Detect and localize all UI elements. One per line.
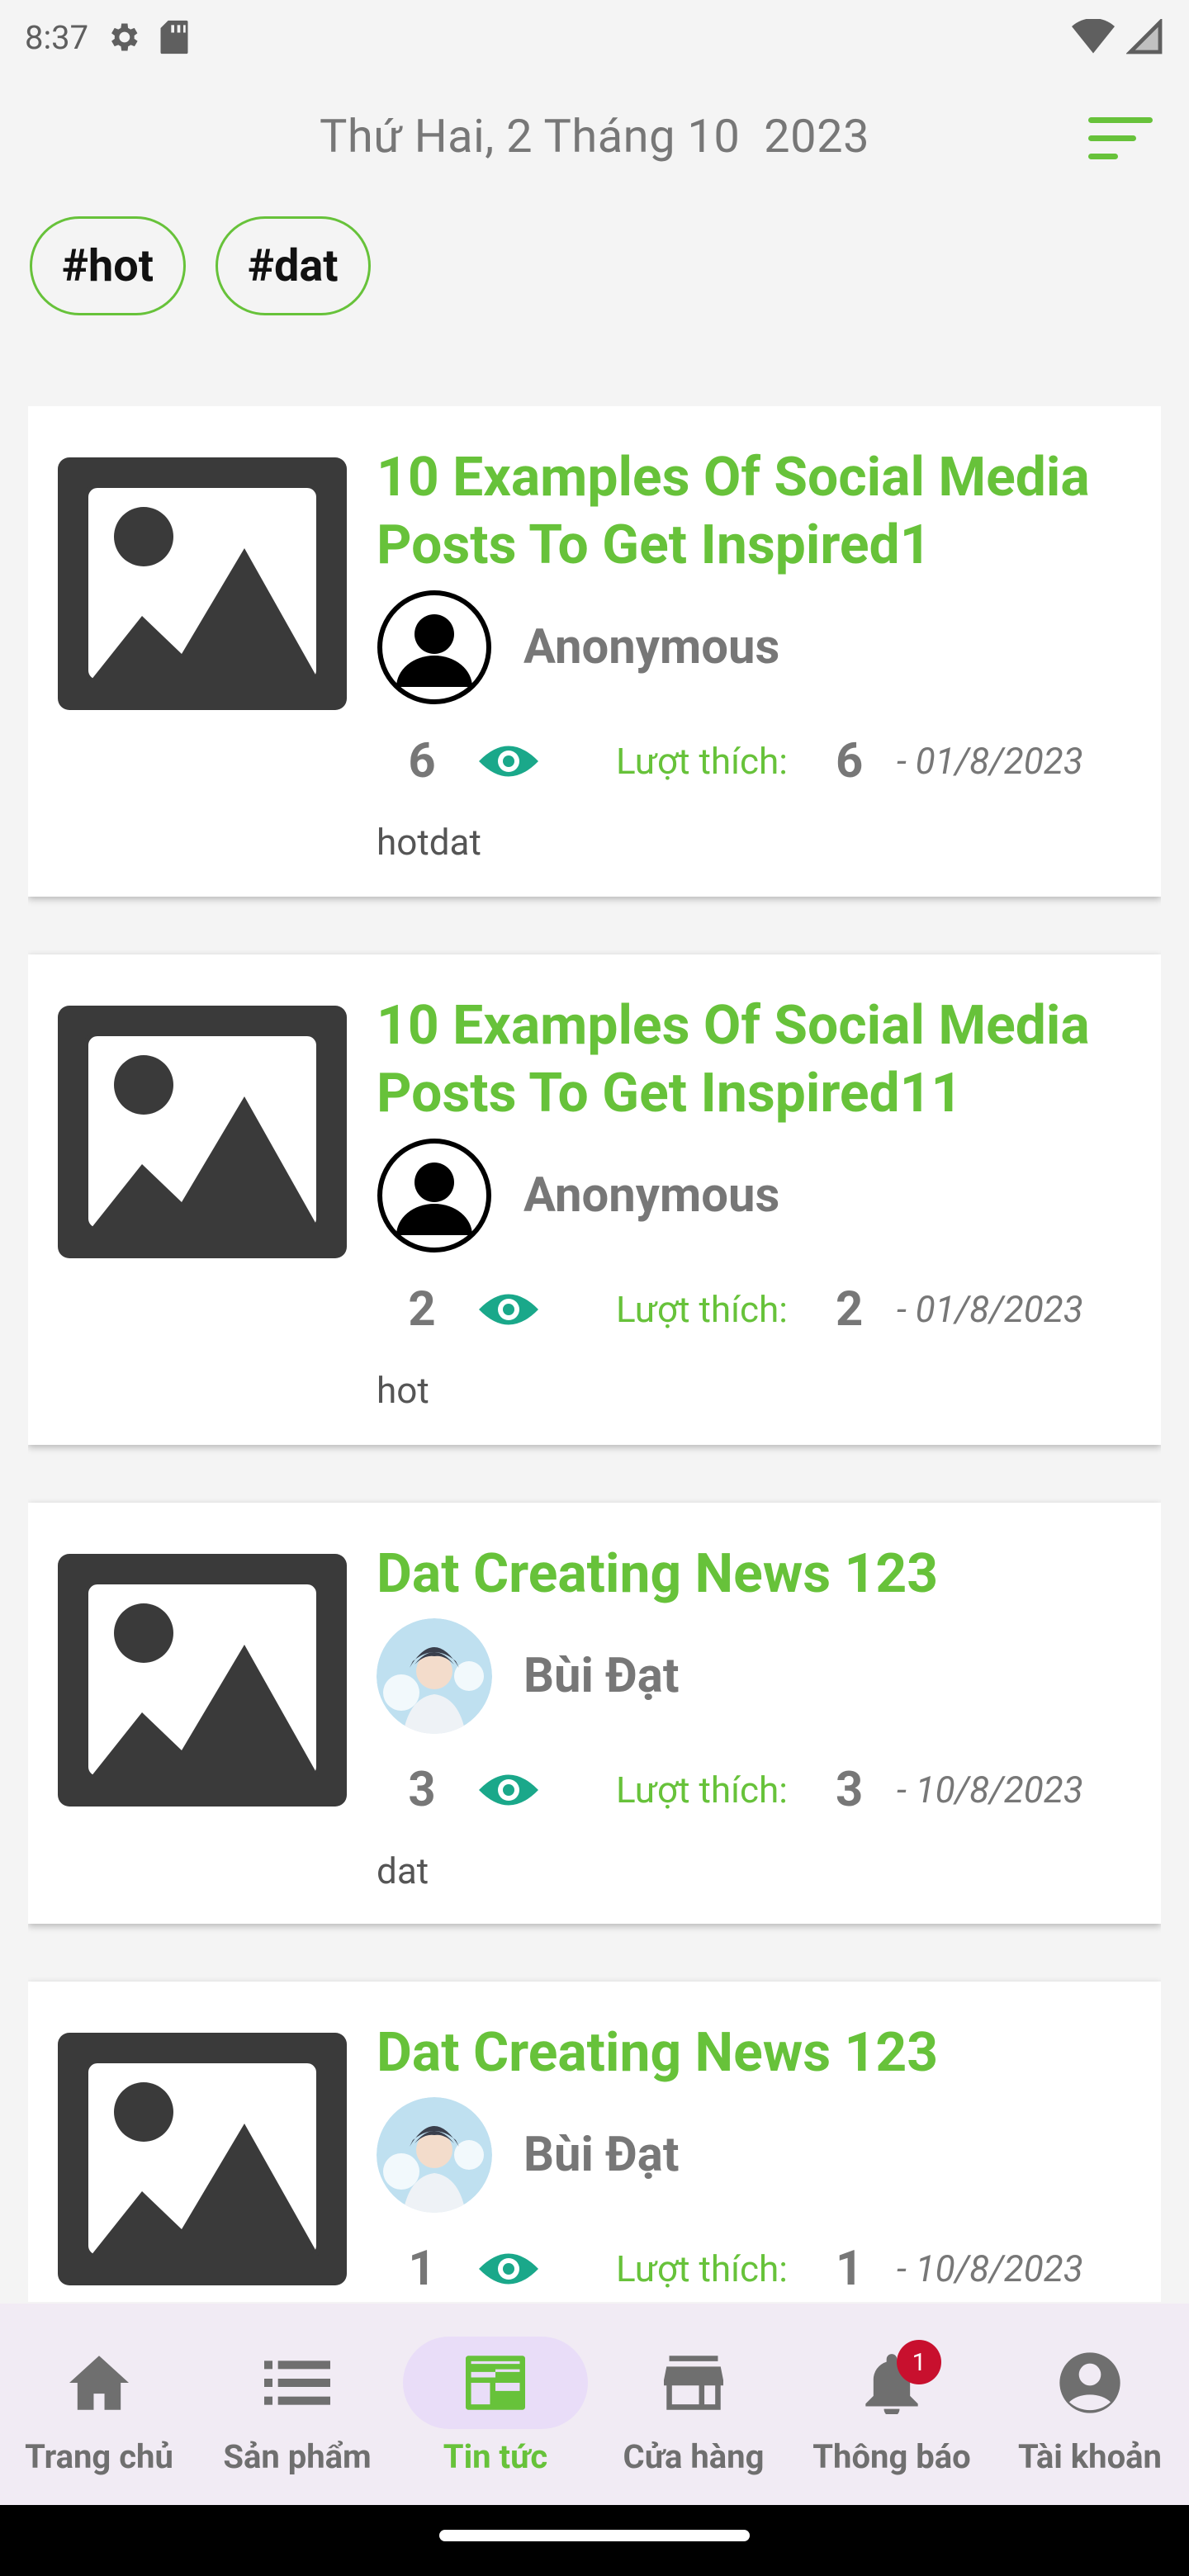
eye-icon	[479, 1294, 538, 1325]
tag-chip-hot[interactable]: #hot	[30, 216, 186, 315]
post-tags: hotdat	[377, 821, 481, 864]
image-placeholder-icon	[58, 457, 347, 710]
post-date: - 01/8/2023	[897, 1288, 1083, 1331]
author-name: Bùi Đạt	[523, 2127, 680, 2183]
image-placeholder-icon	[58, 2033, 347, 2285]
user-photo-avatar	[377, 2097, 492, 2213]
view-count: 1	[408, 2241, 436, 2297]
view-count: 6	[408, 733, 436, 789]
news-card[interactable]: 10 Examples Of Social Media Posts To Get…	[28, 954, 1161, 1445]
post-tags: dat	[377, 1849, 429, 1892]
default-avatar-icon	[377, 590, 492, 705]
like-count: 1	[836, 2241, 864, 2297]
status-bar: 8:37	[0, 0, 1189, 74]
nav-products[interactable]: Sản phẩm	[198, 2304, 396, 2505]
list-icon	[264, 2361, 330, 2405]
likes-label: Lượt thích:	[616, 2247, 788, 2290]
author-name: Anonymous	[523, 619, 780, 675]
author-name: Bùi Đạt	[523, 1648, 680, 1704]
post-date: - 10/8/2023	[897, 1769, 1083, 1811]
post-tags: hot	[377, 1369, 429, 1412]
like-count: 3	[836, 1762, 864, 1818]
system-gesture-bar	[0, 2505, 1189, 2576]
default-avatar-icon	[377, 1138, 492, 1253]
sort-button[interactable]	[1085, 114, 1156, 163]
nav-label: Trang chủ	[25, 2437, 173, 2476]
date-text: Thứ Hai, 2 Tháng 10 2023	[319, 109, 870, 163]
news-icon	[466, 2356, 525, 2410]
sd-card-icon	[160, 20, 188, 54]
view-count: 2	[408, 1281, 436, 1338]
post-title[interactable]: 10 Examples Of Social Media Posts To Get…	[377, 992, 1136, 1128]
news-feed[interactable]: 10 Examples Of Social Media Posts To Get…	[28, 406, 1161, 2302]
tag-chip-dat[interactable]: #dat	[215, 216, 371, 315]
nav-label: Tin tức	[443, 2437, 548, 2476]
nav-news[interactable]: Tin tức	[396, 2304, 594, 2505]
image-placeholder-icon	[58, 1006, 347, 1258]
like-count: 6	[836, 733, 864, 789]
post-date: - 10/8/2023	[897, 2247, 1083, 2290]
wifi-icon	[1072, 19, 1115, 54]
nav-label: Thông báo	[812, 2437, 971, 2476]
eye-icon	[479, 746, 538, 777]
news-card[interactable]: Dat Creating News 123 Bùi Đạt 3 Lượt thí…	[28, 1503, 1161, 1924]
author-name: Anonymous	[523, 1167, 780, 1224]
home-icon	[69, 2356, 129, 2410]
nav-label: Cửa hàng	[623, 2437, 765, 2476]
notification-badge: 1	[897, 2340, 941, 2384]
account-icon	[1059, 2352, 1120, 2413]
likes-label: Lượt thích:	[616, 1288, 788, 1331]
post-title[interactable]: Dat Creating News 123	[377, 1541, 1136, 1608]
store-icon	[664, 2356, 723, 2410]
nav-label: Tài khoản	[1018, 2437, 1162, 2476]
nav-home[interactable]: Trang chủ	[0, 2304, 198, 2505]
eye-icon	[479, 1774, 538, 1806]
home-gesture-handle[interactable]	[439, 2530, 750, 2541]
settings-icon	[111, 23, 138, 51]
post-title[interactable]: Dat Creating News 123	[377, 2020, 1136, 2087]
nav-store[interactable]: Cửa hàng	[594, 2304, 793, 2505]
news-card[interactable]: Dat Creating News 123 Bùi Đạt 1 Lượt thí…	[28, 1982, 1161, 2302]
nav-notifications[interactable]: 1 Thông báo	[793, 2304, 991, 2505]
post-title[interactable]: 10 Examples Of Social Media Posts To Get…	[377, 444, 1136, 580]
sort-icon	[1088, 117, 1153, 159]
date-header: Thứ Hai, 2 Tháng 10 2023	[0, 91, 1189, 182]
view-count: 3	[408, 1762, 436, 1818]
like-count: 2	[836, 1281, 864, 1338]
user-photo-avatar	[377, 1618, 492, 1734]
post-date: - 01/8/2023	[897, 740, 1083, 783]
tag-filter-list: #hot #dat	[30, 216, 371, 315]
likes-label: Lượt thích:	[616, 740, 788, 783]
likes-label: Lượt thích:	[616, 1769, 788, 1811]
bottom-navigation: Trang chủ Sản phẩm Tin tức Cửa hàng 1 Th…	[0, 2304, 1189, 2505]
signal-icon	[1126, 19, 1163, 54]
nav-account[interactable]: Tài khoản	[991, 2304, 1189, 2505]
nav-label: Sản phẩm	[223, 2437, 372, 2476]
status-time: 8:37	[25, 17, 89, 57]
news-card[interactable]: 10 Examples Of Social Media Posts To Get…	[28, 406, 1161, 897]
image-placeholder-icon	[58, 1554, 347, 1807]
eye-icon	[479, 2253, 538, 2285]
